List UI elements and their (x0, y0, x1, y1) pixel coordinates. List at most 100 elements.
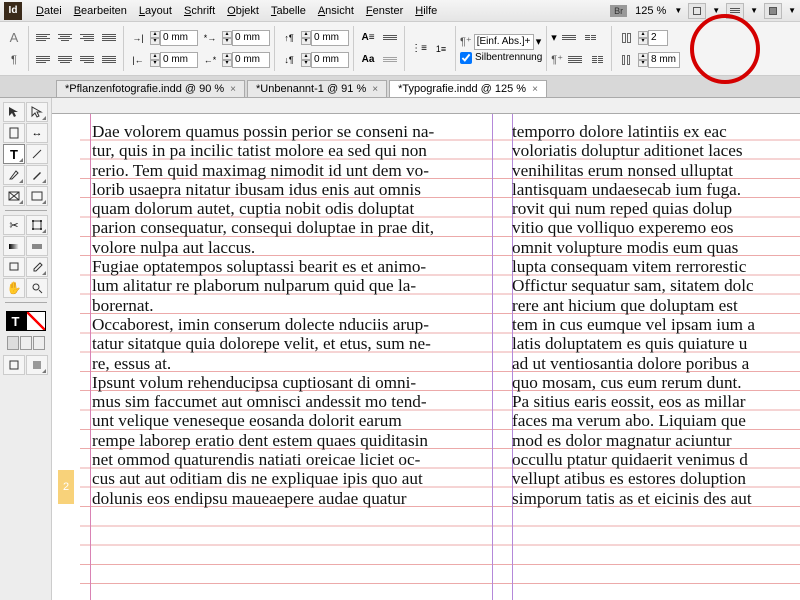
close-icon[interactable]: × (532, 84, 538, 95)
indent-right-field[interactable]: ▴▾ (150, 52, 198, 68)
fill-swatch[interactable]: T (6, 311, 26, 331)
selection-tool[interactable] (3, 102, 25, 122)
bullets-button[interactable]: ⋮≡ (409, 39, 429, 59)
apply-gradient-button[interactable] (20, 336, 32, 350)
hyphenation-checkbox[interactable] (460, 52, 472, 64)
indent-last-field[interactable]: ▴▾ (222, 52, 270, 68)
columns-count-field[interactable]: ▴▾ (638, 30, 668, 46)
fill-stroke-swatch[interactable]: T (6, 311, 46, 331)
split-columns-button[interactable] (581, 28, 601, 48)
menu-hilfe[interactable]: Hilfe (409, 3, 443, 19)
screen-mode-button[interactable] (726, 3, 744, 19)
gradient-swatch-tool[interactable] (3, 236, 25, 256)
gap-tool[interactable]: ↔ (26, 123, 48, 143)
direct-selection-tool[interactable] (26, 102, 48, 122)
view-mode-button-1[interactable] (688, 3, 706, 19)
screen-mode-drop[interactable]: ▼ (750, 6, 758, 15)
control-panel: A ¶ →| ▴▾ *→ ▴▾ |← ▴▾ ←* ▴▾ (0, 22, 800, 76)
close-icon[interactable]: × (372, 84, 378, 95)
align-justify-center-button[interactable] (55, 50, 75, 70)
zoom-dropdown-icon[interactable]: ▼ (674, 6, 682, 15)
space-after-field[interactable]: ▴▾ (301, 52, 349, 68)
space-before-icon: ↑¶ (279, 28, 299, 48)
column-guide (492, 114, 493, 600)
horizontal-ruler[interactable] (52, 98, 800, 114)
para-mode-button[interactable]: ¶ (4, 50, 24, 70)
close-icon[interactable]: × (230, 84, 236, 95)
menu-datei[interactable]: Datei (30, 3, 68, 19)
clear-override-icon[interactable]: ¶⁺ (551, 53, 563, 66)
space-before-field[interactable]: ▴▾ (301, 30, 349, 46)
indent-last-icon: ←* (200, 50, 220, 70)
style-flyout-icon[interactable]: ▾ (551, 31, 557, 44)
pen-tool[interactable] (3, 165, 25, 185)
gutter-field[interactable]: ▴▾ (638, 52, 680, 68)
columns-count-icon (616, 28, 636, 48)
view-mode-drop-1[interactable]: ▼ (712, 6, 720, 15)
indent-left-field[interactable]: ▴▾ (150, 30, 198, 46)
arrange-button[interactable] (764, 3, 782, 19)
bridge-button[interactable]: Br (610, 5, 627, 17)
arrange-drop[interactable]: ▼ (788, 6, 796, 15)
indent-left-icon: →| (128, 28, 148, 48)
columns-split-button[interactable] (587, 50, 607, 70)
space-after-icon: ↓¶ (279, 50, 299, 70)
preview-view-button[interactable] (26, 355, 48, 375)
tab-typografie[interactable]: *Typografie.indd @ 125 %× (389, 80, 547, 97)
menu-tabelle[interactable]: Tabelle (265, 3, 312, 19)
zoom-level[interactable]: 125 % (633, 5, 668, 17)
text-column-2[interactable]: temporro dolore latintiis ex eac voloria… (512, 122, 800, 508)
span-columns-button[interactable] (559, 28, 579, 48)
apply-color-button[interactable] (7, 336, 19, 350)
eyedropper-tool[interactable] (26, 257, 48, 277)
normal-view-button[interactable] (3, 355, 25, 375)
apply-none-button[interactable] (33, 336, 45, 350)
scissors-tool[interactable]: ✂ (3, 215, 25, 235)
para-style-drop-icon[interactable]: ▾ (536, 35, 542, 48)
page-number-tab[interactable]: 2 (58, 470, 74, 504)
toolbox: ↔ T ✂ ✋ T (0, 98, 52, 600)
dropcap-chars-icon: Aa (358, 50, 378, 70)
align-center-button[interactable] (55, 28, 75, 48)
menu-schrift[interactable]: Schrift (178, 3, 221, 19)
menu-ansicht[interactable]: Ansicht (312, 3, 360, 19)
canvas[interactable]: 2 Dae volorem quamus possin perior se co… (52, 98, 800, 600)
dropcap-lines-icon: A≡ (358, 28, 378, 48)
gradient-feather-tool[interactable] (26, 236, 48, 256)
indent-first-field[interactable]: ▴▾ (222, 30, 270, 46)
pencil-tool[interactable] (26, 165, 48, 185)
rectangle-tool[interactable] (26, 186, 48, 206)
menu-bearbeiten[interactable]: Bearbeiten (68, 3, 133, 19)
menu-objekt[interactable]: Objekt (221, 3, 265, 19)
type-tool[interactable]: T (3, 144, 25, 164)
margin-guide-left (90, 114, 91, 600)
tab-pflanzenfotografie[interactable]: *Pflanzenfotografie.indd @ 90 %× (56, 80, 245, 97)
align-justify-left-button[interactable] (33, 50, 53, 70)
page-tool[interactable] (3, 123, 25, 143)
align-justify-all-button[interactable] (99, 50, 119, 70)
indent-first-icon: *→ (200, 28, 220, 48)
stroke-swatch[interactable] (26, 311, 46, 331)
free-transform-tool[interactable] (26, 215, 48, 235)
menu-fenster[interactable]: Fenster (360, 3, 409, 19)
para-style-dropdown[interactable]: [Einf. Abs.]+ (474, 34, 534, 50)
numbering-button[interactable]: 1≡ (431, 39, 451, 59)
columns-all-button[interactable] (565, 50, 585, 70)
align-right-button[interactable] (77, 28, 97, 48)
zoom-tool[interactable] (26, 278, 48, 298)
tab-unbenannt[interactable]: *Unbenannt-1 @ 91 %× (247, 80, 387, 97)
text-column-1[interactable]: Dae volorem quamus possin perior se cons… (92, 122, 492, 508)
note-tool[interactable] (3, 257, 25, 277)
hand-tool[interactable]: ✋ (3, 278, 25, 298)
char-mode-button[interactable]: A (4, 28, 24, 48)
indent-right-icon: |← (128, 50, 148, 70)
menu-layout[interactable]: Layout (133, 3, 178, 19)
align-to-baseline-off-button[interactable] (380, 28, 400, 48)
para-style-icon: ¶⁺ (460, 35, 472, 48)
align-justify-button[interactable] (99, 28, 119, 48)
line-tool[interactable] (26, 144, 48, 164)
rectangle-frame-tool[interactable] (3, 186, 25, 206)
align-to-baseline-on-button[interactable] (380, 50, 400, 70)
align-justify-right-button[interactable] (77, 50, 97, 70)
align-left-button[interactable] (33, 28, 53, 48)
